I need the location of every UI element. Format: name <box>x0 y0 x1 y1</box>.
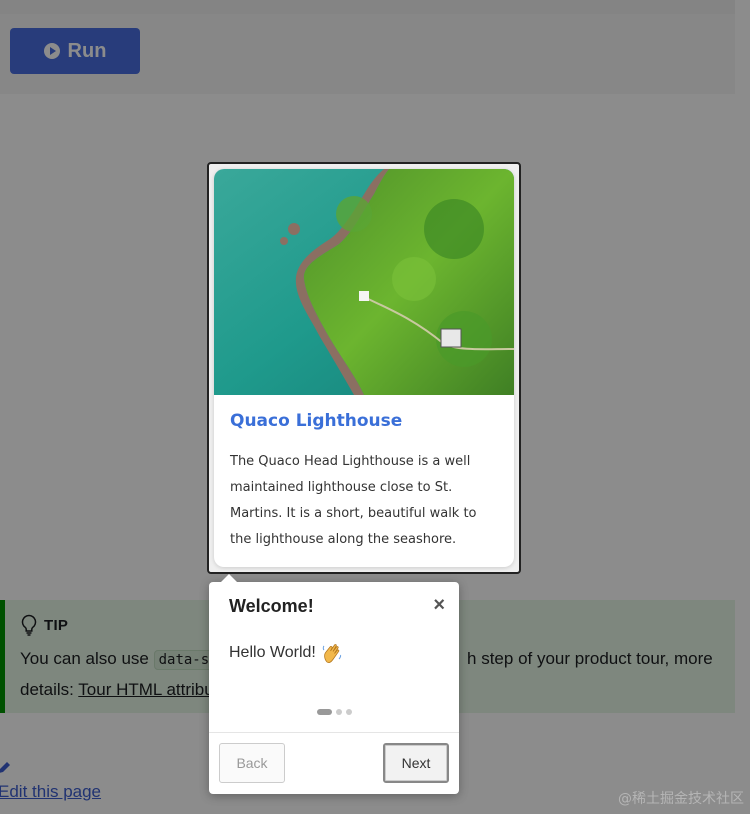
step-dot-active[interactable] <box>316 709 332 715</box>
card-title: Quaco Lighthouse <box>230 411 403 431</box>
lighthouse-card: Quaco Lighthouse The Quaco Head Lighthou… <box>214 169 514 567</box>
waving-hand-icon <box>322 644 341 664</box>
back-button[interactable]: Back <box>219 743 285 783</box>
popover-title: Welcome! <box>229 596 314 616</box>
step-dot[interactable] <box>335 709 342 715</box>
tour-highlight: Quaco Lighthouse The Quaco Head Lighthou… <box>207 162 521 574</box>
popover-divider <box>209 732 459 733</box>
lighthouse-aerial-image <box>214 169 514 395</box>
popover-body-text: Hello World! <box>229 644 316 661</box>
popover-body: Hello World! <box>229 642 342 664</box>
close-icon[interactable]: × <box>433 594 445 617</box>
tour-popover: Welcome! × Hello World! Back Next <box>209 574 459 794</box>
card-description: The Quaco Head Lighthouse is a well main… <box>230 454 477 547</box>
step-dot[interactable] <box>345 709 352 715</box>
step-indicator <box>209 709 459 715</box>
next-button[interactable]: Next <box>383 743 449 783</box>
watermark: @稀土掘金技术社区 <box>618 791 744 807</box>
